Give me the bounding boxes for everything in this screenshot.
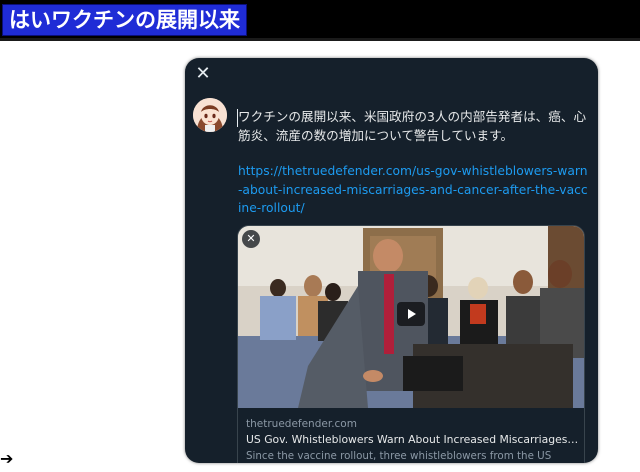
banner-divider bbox=[0, 38, 640, 41]
cursor-arrow-icon: ➔ bbox=[0, 449, 14, 468]
card-image: ✕ bbox=[238, 226, 584, 408]
avatar bbox=[193, 98, 227, 132]
close-icon[interactable]: ✕ bbox=[193, 63, 213, 85]
remove-card-icon[interactable]: ✕ bbox=[242, 230, 260, 248]
card-domain: thetruedefender.com bbox=[246, 418, 357, 430]
card-title[interactable]: US Gov. Whistleblowers Warn About Increa… bbox=[246, 433, 580, 447]
anime-avatar-icon bbox=[193, 98, 227, 132]
link-preview-card[interactable]: ✕ thetruedefender.com US Gov. Whistleblo… bbox=[237, 225, 585, 463]
banner-title: はいワクチンの展開以来 bbox=[2, 4, 247, 36]
tweet-compose-modal: ✕ ワクチンの展開以来、米国政府の3人の内部告発者は、癌、心筋炎、流産の数の増加… bbox=[185, 58, 598, 463]
top-banner-bar: はいワクチンの展開以来 bbox=[0, 0, 640, 41]
card-description: Since the vaccine rollout, three whistle… bbox=[246, 450, 552, 462]
tweet-text-input[interactable]: ワクチンの展開以来、米国政府の3人の内部告発者は、癌、心筋炎、流産の数の増加につ… bbox=[238, 108, 588, 145]
play-icon[interactable] bbox=[397, 302, 425, 326]
play-triangle bbox=[408, 309, 416, 319]
tweet-link[interactable]: https://thetruedefender.com/us-gov-whist… bbox=[238, 162, 588, 218]
